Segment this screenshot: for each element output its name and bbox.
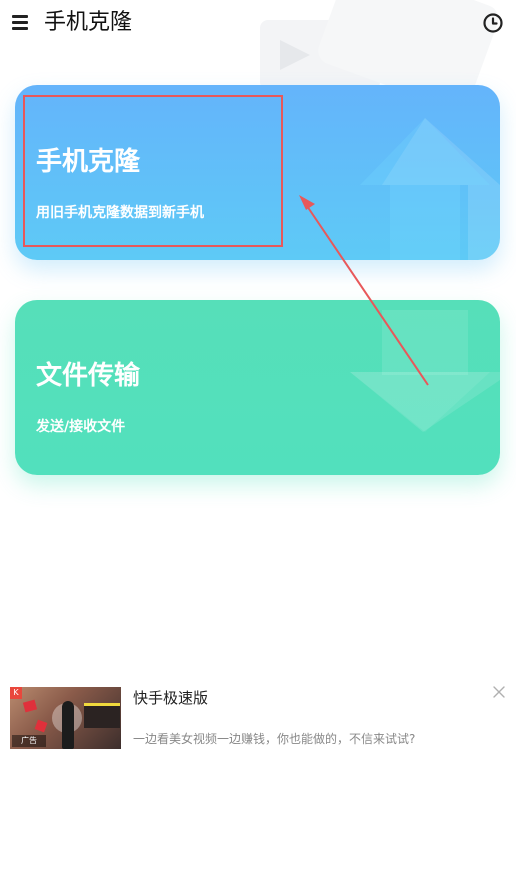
ad-title[interactable]: 快手极速版 — [133, 688, 208, 708]
arrow-up-icon — [360, 118, 500, 260]
ad-banner[interactable]: K 广告 快手极速版 一边看美女视频一边赚钱，你也能做的，不信来试试? — [0, 680, 516, 760]
clock-history-icon[interactable] — [482, 12, 504, 34]
person-figure — [62, 701, 74, 749]
app-screen: 手机克隆 手机克隆 用旧手机克隆数据到新手机 文件传输 发送/接收文件 K 广告… — [0, 0, 516, 891]
card-title: 文件传输 — [36, 361, 141, 391]
app-logo-icon: K — [10, 687, 22, 699]
file-transfer-card[interactable]: 文件传输 发送/接收文件 — [15, 300, 500, 475]
ad-description[interactable]: 一边看美女视频一边赚钱，你也能做的，不信来试试? — [133, 730, 415, 748]
app-header: 手机克隆 — [0, 0, 516, 48]
decor-shape — [34, 719, 48, 733]
page-title: 手机克隆 — [44, 10, 133, 35]
decor-shape — [22, 699, 38, 713]
ad-badge: 广告 — [12, 735, 46, 747]
thumbnail-caption — [84, 703, 120, 728]
card-subtitle: 发送/接收文件 — [36, 419, 126, 435]
ad-thumbnail[interactable]: K 广告 — [10, 687, 121, 749]
phone-clone-card[interactable]: 手机克隆 用旧手机克隆数据到新手机 — [15, 85, 500, 260]
arrow-down-icon — [350, 310, 500, 432]
card-title: 手机克隆 — [36, 147, 141, 177]
menu-icon[interactable] — [12, 15, 30, 31]
card-subtitle: 用旧手机克隆数据到新手机 — [36, 205, 204, 221]
close-icon[interactable] — [492, 685, 506, 699]
